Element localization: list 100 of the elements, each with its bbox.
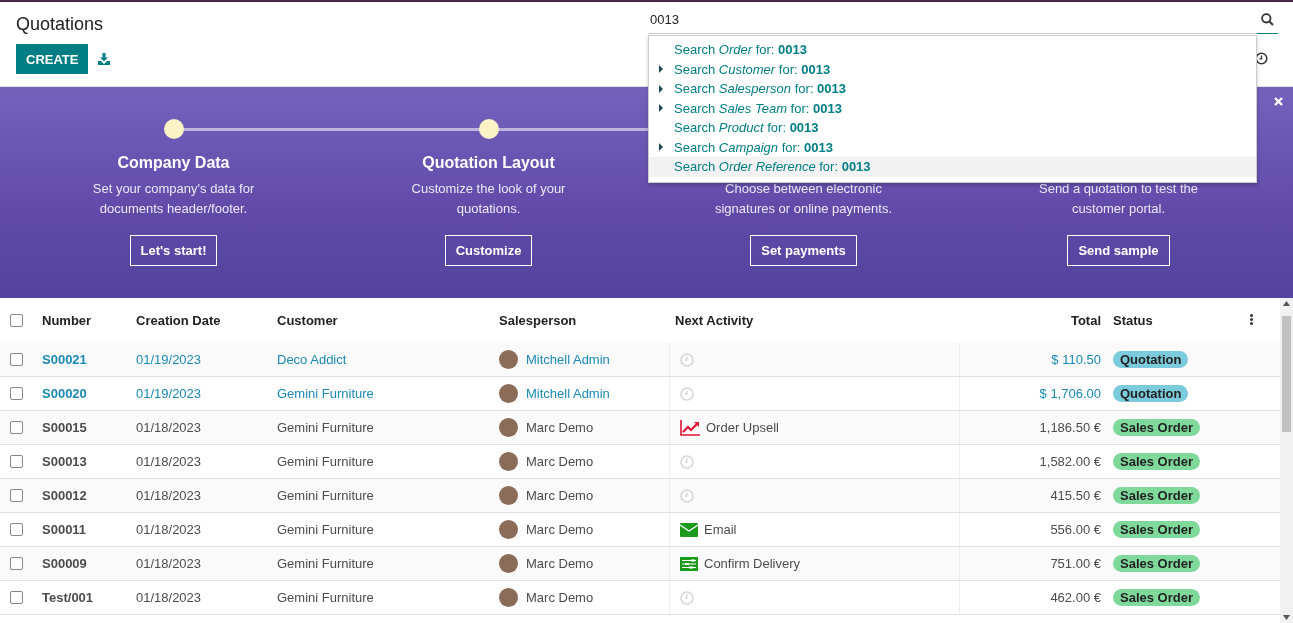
caret-icon[interactable] xyxy=(659,65,663,74)
order-total: 415.50 € xyxy=(1050,488,1101,503)
step-description: Customize the look of your quotations. xyxy=(410,180,567,218)
step-description: Set your company's data for documents header/footer. xyxy=(91,180,256,218)
creation-date: 01/18/2023 xyxy=(136,488,202,503)
caret-icon[interactable] xyxy=(659,104,663,113)
status-badge: Sales Order xyxy=(1113,419,1200,436)
row-checkbox[interactable] xyxy=(10,523,23,536)
scroll-up-icon[interactable] xyxy=(1283,301,1290,306)
activity-label: Email xyxy=(704,522,737,537)
status-badge: Sales Order xyxy=(1113,589,1200,606)
step-button[interactable]: Let's start! xyxy=(129,235,218,266)
search-icon[interactable] xyxy=(1261,13,1274,26)
avatar xyxy=(499,350,518,369)
status-badge: Sales Order xyxy=(1113,453,1200,470)
step-button[interactable]: Customize xyxy=(444,235,533,266)
order-total: 751.00 € xyxy=(1050,556,1101,571)
step-title: Company Data xyxy=(117,154,230,173)
creation-date: 01/18/2023 xyxy=(136,590,202,605)
salesperson-name: Mitchell Admin xyxy=(526,352,610,367)
search-suggestion[interactable]: Search Campaign for: 0013 xyxy=(674,139,833,155)
customer-name: Gemini Furniture xyxy=(277,522,374,537)
activity-label: Order Upsell xyxy=(706,420,779,435)
envelope-icon[interactable] xyxy=(680,522,698,537)
search-suggestion[interactable]: Search Customer for: 0013 xyxy=(674,61,831,77)
step-description: Send a quotation to test the customer portal. xyxy=(1038,180,1199,218)
creation-date: 01/19/2023 xyxy=(136,352,202,367)
column-header[interactable]: Salesperson xyxy=(493,313,669,328)
step-button[interactable]: Send sample xyxy=(1067,235,1170,266)
row-checkbox[interactable] xyxy=(10,387,23,400)
customer-name: Gemini Furniture xyxy=(277,590,374,605)
avatar xyxy=(499,588,518,607)
step-title: Quotation Layout xyxy=(422,154,555,173)
scrollbar-thumb[interactable] xyxy=(1282,316,1291,432)
row-checkbox[interactable] xyxy=(10,421,23,434)
salesperson-name: Marc Demo xyxy=(526,488,594,503)
creation-date: 01/18/2023 xyxy=(136,556,202,571)
column-header[interactable]: Customer xyxy=(271,313,493,328)
avatar xyxy=(499,418,518,437)
salesperson-name: Marc Demo xyxy=(526,454,594,469)
close-icon[interactable] xyxy=(1274,97,1283,106)
page-title: Quotations xyxy=(16,14,105,35)
creation-date: 01/18/2023 xyxy=(136,522,202,537)
status-badge: Quotation xyxy=(1113,351,1189,368)
progress-dot xyxy=(163,119,184,139)
search-field[interactable]: 0013 xyxy=(648,6,1257,34)
order-total: 462.00 € xyxy=(1050,590,1101,605)
create-button[interactable]: CREATE xyxy=(16,44,89,74)
more-options-icon[interactable] xyxy=(1250,314,1253,325)
avatar xyxy=(499,452,518,471)
order-number: S00021 xyxy=(42,352,87,367)
order-number: S00012 xyxy=(42,488,87,503)
caret-icon[interactable] xyxy=(659,143,663,152)
order-total: 556.00 € xyxy=(1050,522,1101,537)
search-suggestion[interactable]: Search Sales Team for: 0013 xyxy=(674,100,842,116)
customer-name: Gemini Furniture xyxy=(277,556,374,571)
order-number: S00011 xyxy=(42,522,87,537)
customer-name: Gemini Furniture xyxy=(277,454,374,469)
creation-date: 01/19/2023 xyxy=(136,386,202,401)
trend-chart-icon[interactable] xyxy=(680,419,700,436)
order-number: Test/001 xyxy=(42,590,94,605)
search-suggestion[interactable]: Search Order for: 0013 xyxy=(674,42,807,58)
list-icon[interactable] xyxy=(680,556,698,571)
column-header[interactable]: Number xyxy=(36,313,130,328)
column-header[interactable]: Total xyxy=(959,313,1107,328)
salesperson-name: Mitchell Admin xyxy=(526,386,610,401)
avatar xyxy=(499,486,518,505)
status-badge: Sales Order xyxy=(1113,521,1200,538)
row-checkbox[interactable] xyxy=(10,455,23,468)
column-header[interactable]: Status xyxy=(1107,313,1250,328)
status-badge: Sales Order xyxy=(1113,555,1200,572)
salesperson-name: Marc Demo xyxy=(526,590,594,605)
scrollbar[interactable] xyxy=(1280,298,1293,623)
step-description: Choose between electronic signatures or online payments. xyxy=(713,180,893,218)
row-checkbox[interactable] xyxy=(10,353,23,366)
search-suggestion[interactable]: Search Product for: 0013 xyxy=(674,120,819,136)
salesperson-name: Marc Demo xyxy=(526,522,594,537)
column-header[interactable]: Creation Date xyxy=(130,313,271,328)
row-checkbox[interactable] xyxy=(10,557,23,570)
avatar xyxy=(499,520,518,539)
step-button[interactable]: Set payments xyxy=(750,235,857,266)
order-number: S00015 xyxy=(42,420,87,435)
order-total: 1,582.00 € xyxy=(1039,454,1101,469)
row-checkbox[interactable] xyxy=(10,489,23,502)
order-total: 1,186.50 € xyxy=(1039,420,1101,435)
customer-name: Gemini Furniture xyxy=(277,420,374,435)
progress-dot xyxy=(478,119,499,139)
row-checkbox[interactable] xyxy=(10,591,23,604)
download-icon[interactable] xyxy=(98,53,111,65)
scroll-down-icon[interactable] xyxy=(1283,615,1290,620)
order-number: S00020 xyxy=(42,386,87,401)
order-number: S00009 xyxy=(42,556,87,571)
caret-icon[interactable] xyxy=(659,84,663,93)
creation-date: 01/18/2023 xyxy=(136,420,202,435)
column-header[interactable]: Next Activity xyxy=(669,313,959,328)
salesperson-name: Marc Demo xyxy=(526,420,594,435)
order-number: S00013 xyxy=(42,454,87,469)
select-all-checkbox[interactable] xyxy=(10,314,23,327)
search-suggestion[interactable]: Search Salesperson for: 0013 xyxy=(674,81,847,97)
status-badge: Sales Order xyxy=(1113,487,1200,504)
